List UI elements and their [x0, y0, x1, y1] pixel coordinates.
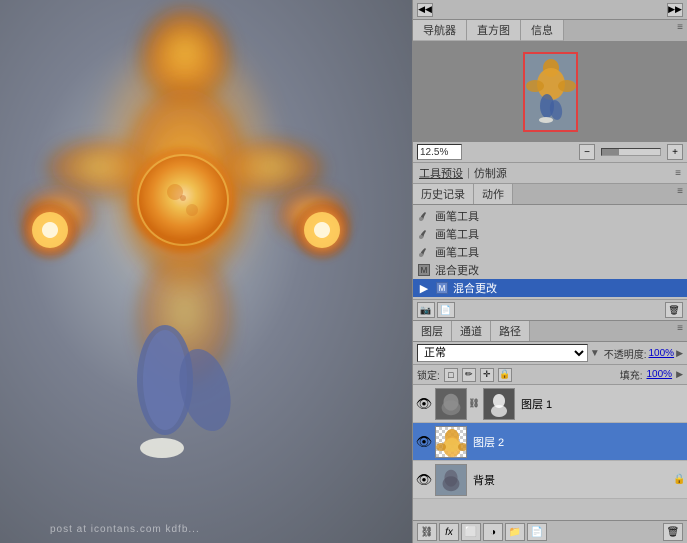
nav-panel-collapse[interactable]: ≡ [673, 20, 687, 41]
opacity-value[interactable]: 100% [649, 348, 675, 359]
opacity-arrow: ▶ [676, 348, 683, 359]
history-items-list: 画笔工具 画笔工具 画笔工具 M 混合更改 [413, 205, 687, 299]
layer-lock-icon-bg: 🔒 [673, 474, 685, 486]
layer-visibility-1[interactable]: 👁 [415, 395, 433, 413]
tab-actions[interactable]: 动作 [474, 184, 513, 204]
history-item-1[interactable]: 画笔工具 [413, 207, 687, 225]
layer-group-btn[interactable]: 📁 [505, 523, 525, 541]
layer-delete-btn[interactable]: 🗑 [663, 523, 683, 541]
history-new-snapshot-btn[interactable]: 📷 [417, 302, 435, 318]
tool-preset-label2[interactable]: 仿制源 [474, 165, 507, 181]
layer-row-2[interactable]: 👁 图层 2 [413, 423, 687, 461]
tab-navigator[interactable]: 导航器 [413, 20, 467, 41]
layer-adjustment-btn[interactable]: ◑ [483, 523, 503, 541]
history-tabs: 历史记录 动作 ≡ [413, 184, 687, 205]
layer-thumbnail-bg [435, 464, 467, 496]
history-item-label-1: 画笔工具 [435, 208, 479, 224]
layer-thumbnail-1 [435, 388, 467, 420]
fill-value[interactable]: 100% [647, 369, 673, 380]
lock-transparent-btn[interactable]: □ [444, 368, 458, 382]
history-item-5[interactable]: ▶ M 混合更改 [413, 279, 687, 297]
tab-history[interactable]: 历史记录 [413, 184, 474, 204]
tab-histogram[interactable]: 直方图 [467, 20, 521, 41]
blend-mode-select[interactable]: 正常 溶解 正片叠底 [417, 344, 588, 362]
history-new-document-btn[interactable]: 📄 [437, 302, 455, 318]
canvas-area: post at icontans.com kdfb... [0, 0, 412, 543]
navigator-preview[interactable] [523, 52, 578, 132]
tab-paths[interactable]: 路径 [491, 321, 530, 341]
layer-link-btn[interactable]: ⛓ [417, 523, 437, 541]
blend-opacity-row: 正常 溶解 正片叠底 ▼ 不透明度: 100% ▶ [413, 342, 687, 365]
history-bottom-bar: 📷 📄 🗑 [413, 299, 687, 320]
collapse-btn-right[interactable]: ▶▶ [667, 3, 683, 17]
lock-fill-row: 锁定: □ ✏ ✛ 🔒 填充: 100% ▶ [413, 365, 687, 385]
history-merge-icon-1: M [417, 263, 431, 277]
history-item-4[interactable]: M 混合更改 [413, 261, 687, 279]
history-section: 历史记录 动作 ≡ 画笔工具 画笔工具 [413, 184, 687, 321]
tool-presets-bar: 工具预设 | 仿制源 ≡ [413, 163, 687, 184]
history-active-indicator: ▶ [417, 281, 431, 295]
preview-area [413, 42, 687, 142]
blend-mode-wrapper: 正常 溶解 正片叠底 ▼ [417, 344, 600, 362]
layer-visibility-2[interactable]: 👁 [415, 433, 433, 451]
fill-arrow: ▶ [676, 369, 683, 380]
tab-layers[interactable]: 图层 [413, 321, 452, 341]
tool-preset-label1[interactable]: 工具预设 [419, 165, 463, 181]
opacity-label: 不透明度: [604, 346, 647, 361]
collapse-btn-left[interactable]: ◀◀ [417, 3, 433, 17]
top-bar: ◀◀ ▶▶ [413, 0, 687, 20]
layer-link-1: ⛓ [469, 399, 479, 409]
zoom-in-btn[interactable]: + [667, 144, 683, 160]
layer-mask-btn[interactable]: ⬜ [461, 523, 481, 541]
history-brush-icon-1 [417, 209, 431, 223]
history-brush-icon-2 [417, 227, 431, 241]
layer-row-background[interactable]: 👁 背景 🔒 [413, 461, 687, 499]
layer-new-btn[interactable]: 📄 [527, 523, 547, 541]
lock-all-btn[interactable]: 🔒 [498, 368, 512, 382]
tab-channels[interactable]: 通道 [452, 321, 491, 341]
right-panel: ◀◀ ▶▶ 导航器 直方图 信息 ≡ [412, 0, 687, 543]
watermark-text: post at icontans.com kdfb... [50, 524, 200, 535]
tab-info[interactable]: 信息 [521, 20, 564, 41]
lock-position-btn[interactable]: ✛ [480, 368, 494, 382]
layer-name-bg: 背景 [469, 472, 671, 488]
lock-pixels-btn[interactable]: ✏ [462, 368, 476, 382]
layer-fx-btn[interactable]: fx [439, 523, 459, 541]
history-item-label-2: 画笔工具 [435, 226, 479, 242]
history-delete-btn[interactable]: 🗑 [665, 302, 683, 318]
history-item-label-3: 画笔工具 [435, 244, 479, 260]
history-item-3[interactable]: 画笔工具 [413, 243, 687, 261]
nav-tabs: 导航器 直方图 信息 ≡ [413, 20, 687, 42]
blend-mode-arrow: ▼ [590, 348, 600, 359]
history-item-label-5: 混合更改 [453, 280, 497, 296]
history-item-2[interactable]: 画笔工具 [413, 225, 687, 243]
fill-label: 填充: [620, 367, 643, 382]
layer-mask-1 [483, 388, 515, 420]
history-panel-collapse[interactable]: ≡ [673, 184, 687, 204]
layers-bottom-bar: ⛓ fx ⬜ ◑ 📁 📄 🗑 [413, 520, 687, 543]
layers-section: 图层 通道 路径 ≡ 正常 溶解 正片叠底 ▼ 不透明度: 100% ▶ [413, 321, 687, 543]
history-brush-icon-3 [417, 245, 431, 259]
layers-tabs: 图层 通道 路径 ≡ [413, 321, 687, 342]
zoom-control: − + [413, 142, 687, 163]
history-merge-icon-2: M [435, 281, 449, 295]
fill-row: 填充: 100% ▶ [620, 367, 683, 382]
layer-thumbnail-2 [435, 426, 467, 458]
tool-presets-collapse[interactable]: ≡ [675, 168, 681, 179]
lock-label: 锁定: [417, 367, 440, 382]
canvas-figure-svg [0, 0, 412, 543]
history-item-label-4: 混合更改 [435, 262, 479, 278]
preview-svg [525, 54, 576, 130]
layer-name-2: 图层 2 [469, 434, 685, 450]
layer-visibility-bg[interactable]: 👁 [415, 471, 433, 489]
zoom-out-btn[interactable]: − [579, 144, 595, 160]
layer-name-1: 图层 1 [517, 396, 685, 412]
layers-panel-collapse[interactable]: ≡ [673, 321, 687, 341]
layer-row-1[interactable]: 👁 ⛓ 图层 1 [413, 385, 687, 423]
opacity-control: 不透明度: 100% ▶ [604, 346, 683, 361]
zoom-input[interactable] [417, 144, 462, 160]
